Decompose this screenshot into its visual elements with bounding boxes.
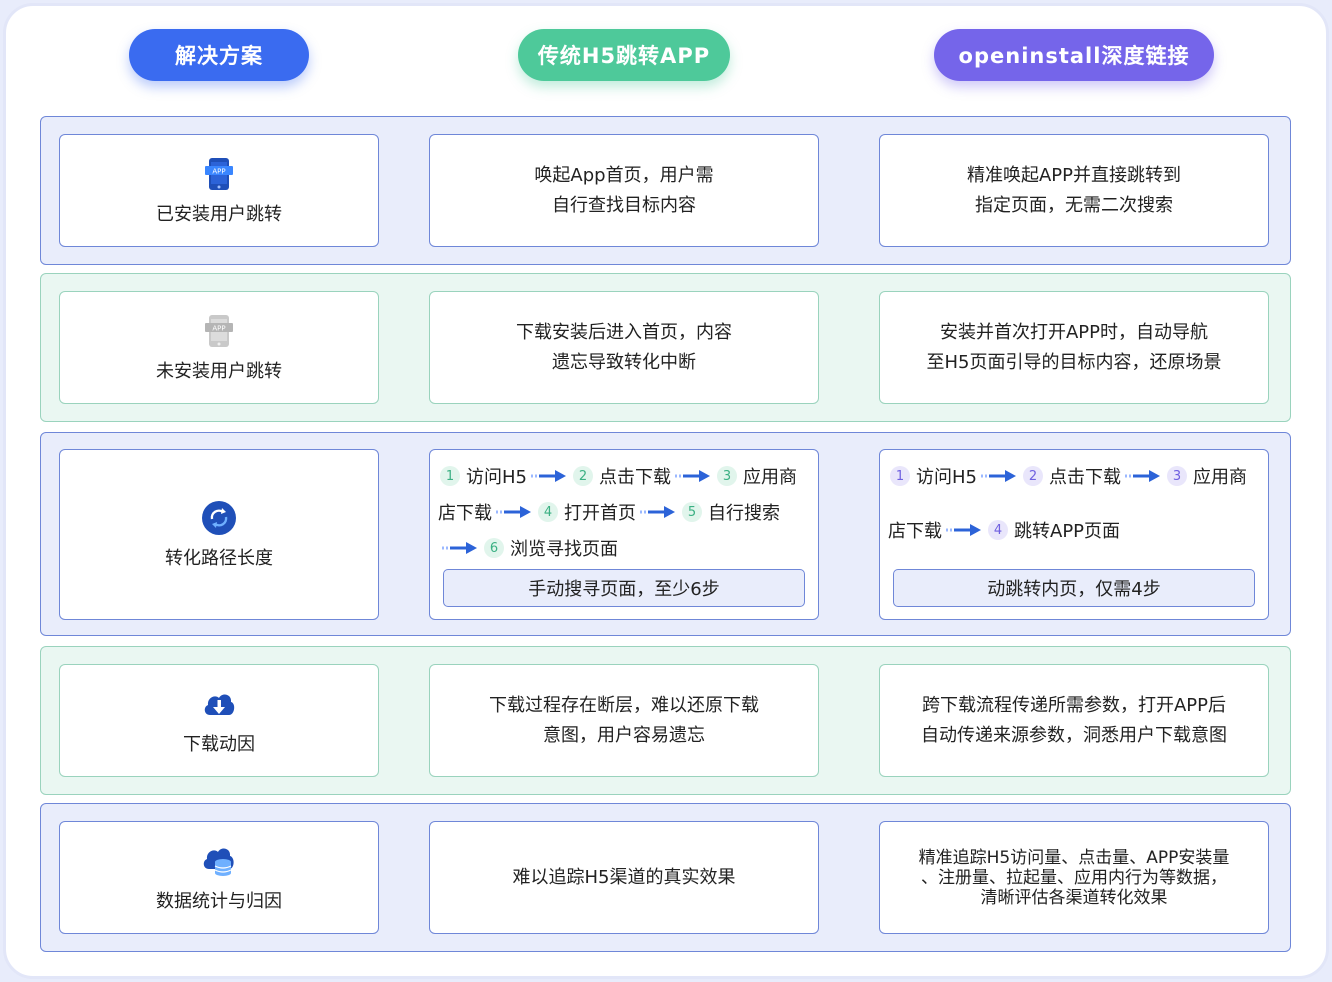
oi-step-summary: 动跳转内页，仅需4步 (893, 569, 1255, 607)
h5-step-summary: 手动搜寻页面，至少6步 (443, 569, 805, 607)
step-label: 访问H5 (916, 467, 977, 488)
flow-line: 1 访问H5 2 点击下载 3 应用商 (888, 458, 1260, 494)
oi-desc-line: 清晰评估各渠道转化效果 (980, 887, 1168, 908)
row-download-motive: 下载动因 下载过程存在断层，难以还原下载 意图，用户容易遗忘 跨下载流程传递所需… (40, 646, 1291, 795)
oi-desc-line: 安装并首次打开APP时，自动导航 (939, 321, 1209, 343)
h5-desc-line: 意图，用户容易遗忘 (543, 724, 705, 746)
step-number: 3 (1167, 466, 1187, 486)
step-label: 应用商 (743, 467, 797, 488)
step-number: 2 (1023, 466, 1043, 486)
step-label: 自行搜索 (708, 503, 780, 524)
row-label: 下载动因 (183, 733, 255, 755)
oi-desc-line: 指定页面，无需二次搜索 (975, 194, 1173, 216)
oi-desc-line: 跨下载流程传递所需参数，打开APP后 (921, 694, 1227, 716)
header-solution: 解决方案 (129, 29, 309, 81)
step-label: 店下载 (888, 521, 942, 542)
step-number: 1 (890, 466, 910, 486)
h5-desc-line: 自行查找目标内容 (552, 194, 696, 216)
arrow-right-icon (640, 506, 675, 518)
h5-cell: 下载安装后进入首页，内容 遗忘导致转化中断 (429, 291, 819, 404)
label-cell: APP 未安装用户跳转 (59, 291, 379, 404)
header-h5-jump: 传统H5跳转APP (518, 29, 730, 81)
h5-desc-line: 难以追踪H5渠道的真实效果 (512, 866, 736, 888)
step-label: 打开首页 (564, 503, 636, 524)
row-conversion-path: 转化路径长度 1 访问H5 2 点击下载 3 应用商 店下载 4 打开首页 5 … (40, 432, 1291, 636)
step-label: 点击下载 (1049, 467, 1121, 488)
step-number: 6 (484, 538, 504, 558)
flow-line: 店下载 4 打开首页 5 自行搜索 (438, 494, 810, 530)
oi-step-flow: 1 访问H5 2 点击下载 3 应用商 店下载 4 跳转APP页面 (888, 458, 1260, 548)
oi-desc-line: 精准追踪H5访问量、点击量、APP安装量 (918, 847, 1230, 868)
row-installed-jump: APP 已安装用户跳转 唤起App首页，用户需 自行查找目标内容 精准唤起APP… (40, 116, 1291, 265)
oi-desc-line: 自动传递来源参数，洞悉用户下载意图 (921, 724, 1227, 746)
oi-cell: 精准追踪H5访问量、点击量、APP安装量 、注册量、拉起量、应用内行为等数据， … (879, 821, 1269, 934)
arrow-right-icon (531, 470, 566, 482)
row-uninstalled-jump: APP 未安装用户跳转 下载安装后进入首页，内容 遗忘导致转化中断 安装并首次打… (40, 273, 1291, 422)
oi-cell: 1 访问H5 2 点击下载 3 应用商 店下载 4 跳转APP页面 动跳转内页，… (879, 449, 1269, 620)
step-label: 访问H5 (466, 467, 527, 488)
step-label: 应用商 (1193, 467, 1247, 488)
h5-cell: 下载过程存在断层，难以还原下载 意图，用户容易遗忘 (429, 664, 819, 777)
cloud-database-icon (203, 848, 234, 876)
step-label: 浏览寻找页面 (510, 539, 618, 560)
h5-desc-line: 唤起App首页，用户需 (534, 164, 714, 186)
step-number: 4 (988, 520, 1008, 540)
oi-desc-line: 、注册量、拉起量、应用内行为等数据， (921, 867, 1227, 888)
phone-app-icon: APP (205, 157, 233, 190)
flow-line: 1 访问H5 2 点击下载 3 应用商 (438, 458, 810, 494)
step-label: 跳转APP页面 (1014, 521, 1121, 542)
arrow-right-icon (496, 506, 531, 518)
oi-cell: 安装并首次打开APP时，自动导航 至H5页面引导的目标内容，还原场景 (879, 291, 1269, 404)
label-cell: 下载动因 (59, 664, 379, 777)
phone-app-grey-icon: APP (205, 314, 233, 347)
h5-desc-line: 下载过程存在断层，难以还原下载 (489, 694, 759, 716)
oi-cell: 精准唤起APP并直接跳转到 指定页面，无需二次搜索 (879, 134, 1269, 247)
svg-text:APP: APP (212, 324, 225, 332)
step-number: 3 (717, 466, 737, 486)
h5-desc-line: 下载安装后进入首页，内容 (516, 321, 732, 343)
flow-line: 6 浏览寻找页面 (438, 530, 810, 566)
svg-text:APP: APP (212, 167, 225, 175)
row-label: 转化路径长度 (165, 547, 273, 569)
arrow-right-icon (442, 542, 477, 554)
label-cell: 数据统计与归因 (59, 821, 379, 934)
arrow-right-icon (946, 524, 981, 536)
oi-desc-line: 精准唤起APP并直接跳转到 (966, 164, 1182, 186)
step-number: 5 (682, 502, 702, 522)
flow-line: 店下载 4 跳转APP页面 (888, 512, 1260, 548)
step-number: 2 (573, 466, 593, 486)
arrow-right-icon (981, 470, 1016, 482)
label-cell: 转化路径长度 (59, 449, 379, 620)
oi-desc-line: 至H5页面引导的目标内容，还原场景 (926, 351, 1222, 373)
step-label: 店下载 (438, 503, 492, 524)
label-cell: APP 已安装用户跳转 (59, 134, 379, 247)
row-data-attribution: 数据统计与归因 难以追踪H5渠道的真实效果 精准追踪H5访问量、点击量、APP安… (40, 803, 1291, 952)
h5-step-flow: 1 访问H5 2 点击下载 3 应用商 店下载 4 打开首页 5 自行搜索 6 (438, 458, 810, 566)
arrow-right-icon (675, 470, 710, 482)
row-label: 数据统计与归因 (156, 890, 282, 912)
refresh-arrows-icon (202, 500, 236, 535)
arrow-right-icon (1125, 470, 1160, 482)
oi-cell: 跨下载流程传递所需参数，打开APP后 自动传递来源参数，洞悉用户下载意图 (879, 664, 1269, 777)
step-number: 4 (538, 502, 558, 522)
cloud-download-icon (204, 694, 235, 715)
h5-cell: 难以追踪H5渠道的真实效果 (429, 821, 819, 934)
row-label: 已安装用户跳转 (156, 203, 282, 225)
row-label: 未安装用户跳转 (156, 360, 282, 382)
step-number: 1 (440, 466, 460, 486)
step-label: 点击下载 (599, 467, 671, 488)
h5-cell: 唤起App首页，用户需 自行查找目标内容 (429, 134, 819, 247)
h5-desc-line: 遗忘导致转化中断 (552, 351, 696, 373)
header-openinstall: openinstall深度链接 (934, 29, 1214, 81)
h5-cell: 1 访问H5 2 点击下载 3 应用商 店下载 4 打开首页 5 自行搜索 6 (429, 449, 819, 620)
